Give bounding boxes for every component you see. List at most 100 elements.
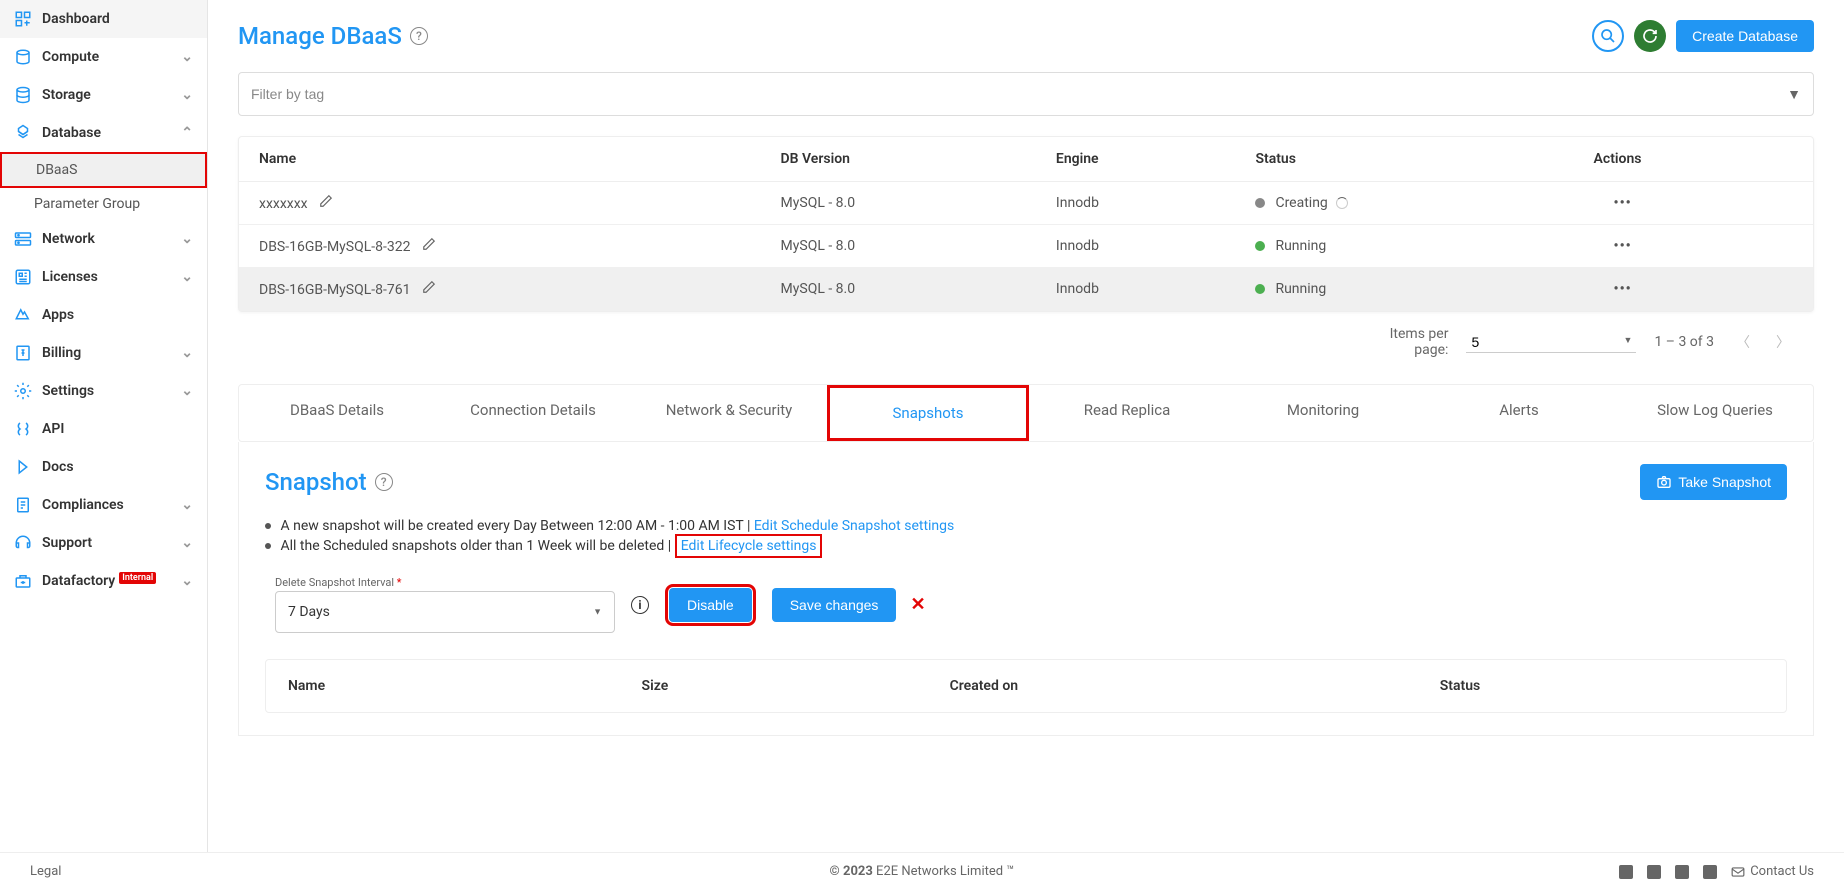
prev-page-button[interactable]: 〈 [1732,332,1754,352]
tabs: DBaaS DetailsConnection DetailsNetwork &… [238,384,1814,442]
nav-licenses[interactable]: Licenses ⌄ [0,258,207,296]
snap-col-created: Created on [928,660,1418,712]
db-name: DBS-16GB-MySQL-8-322 [259,239,411,255]
db-status: Creating [1275,195,1327,211]
nav-apps[interactable]: Apps [0,296,207,334]
chevron-down-icon: ⌄ [181,269,193,285]
table-row[interactable]: xxxxxxx MySQL - 8.0 Innodb Creating ••• [239,182,1813,225]
nav-label: API [42,421,193,437]
billing-icon [14,344,32,362]
pagination: Items per page: 5 1 – 3 of 3 〈 〉 [238,316,1814,368]
db-engine: Innodb [1036,182,1236,225]
edit-schedule-link[interactable]: Edit Schedule Snapshot settings [754,518,954,534]
linkedin-icon[interactable] [1619,865,1633,879]
internal-badge: Internal [119,572,156,584]
help-icon[interactable]: ? [410,27,428,45]
database-icon [14,124,32,142]
db-engine: Innodb [1036,268,1236,311]
interval-select[interactable]: 7 Days [275,591,615,633]
panel-title: Snapshot ? [265,468,393,496]
db-status: Running [1275,238,1326,254]
nav-label: Support [42,535,181,551]
db-name: xxxxxxx [259,196,308,212]
db-version: MySQL - 8.0 [761,225,1036,268]
dashboard-icon [14,10,32,28]
col-engine: Engine [1036,137,1236,182]
edit-lifecycle-link[interactable]: Edit Lifecycle settings [675,534,823,558]
more-actions-button[interactable]: ••• [1614,238,1632,254]
filter-bar[interactable]: ▼ [238,72,1814,116]
schedule-info: A new snapshot will be created every Day… [265,518,1787,534]
tab-monitoring[interactable]: Monitoring [1225,385,1421,441]
chevron-down-icon: ⌄ [181,345,193,361]
datafactory-icon [14,572,32,590]
filter-input[interactable] [251,86,1787,102]
take-snapshot-button[interactable]: Take Snapshot [1640,464,1787,500]
close-icon[interactable]: ✕ [910,594,925,615]
interval-label: Delete Snapshot Interval * [275,576,615,589]
tab-network-security[interactable]: Network & Security [631,385,827,441]
nav-billing[interactable]: Billing ⌄ [0,334,207,372]
nav-sub-label: Parameter Group [34,196,140,212]
tab-connection-details[interactable]: Connection Details [435,385,631,441]
table-row[interactable]: DBS-16GB-MySQL-8-761 MySQL - 8.0 Innodb … [239,268,1813,311]
nav-dashboard[interactable]: Dashboard [0,0,207,38]
nav-support[interactable]: Support ⌄ [0,524,207,562]
nav-storage[interactable]: Storage ⌄ [0,76,207,114]
rss-icon[interactable] [1703,865,1717,879]
help-icon[interactable]: ? [375,473,393,491]
nav-label: Settings [42,383,181,399]
tab-alerts[interactable]: Alerts [1421,385,1617,441]
docs-icon [14,458,32,476]
tab-slow-log-queries[interactable]: Slow Log Queries [1617,385,1813,441]
filter-dropdown-icon[interactable]: ▼ [1787,86,1801,103]
tab-dbaas-details[interactable]: DBaaS Details [239,385,435,441]
save-changes-button[interactable]: Save changes [772,588,897,622]
nav-api[interactable]: API [0,410,207,448]
col-name: Name [239,137,761,182]
nav-sub-dbaas[interactable]: DBaaS [0,152,207,188]
sidebar: Dashboard Compute ⌄ Storage ⌄ Database ⌃… [0,0,208,890]
items-per-page-label: Items per page: [1378,326,1448,358]
nav-docs[interactable]: Docs [0,448,207,486]
storage-icon [14,86,32,104]
nav-label: Compute [42,49,181,65]
edit-icon[interactable] [319,194,333,208]
legal-link[interactable]: Legal [30,864,61,879]
facebook-icon[interactable] [1647,865,1661,879]
nav-label: Dashboard [42,11,193,27]
status-dot [1255,241,1265,251]
next-page-button[interactable]: 〉 [1772,332,1794,352]
create-database-button[interactable]: Create Database [1676,20,1814,52]
nav-settings[interactable]: Settings ⌄ [0,372,207,410]
copyright: © 2023 E2E Networks Limited ™ [830,864,1015,879]
search-button[interactable] [1592,20,1624,52]
edit-icon[interactable] [422,280,436,294]
more-actions-button[interactable]: ••• [1614,281,1632,297]
twitter-icon[interactable] [1675,865,1689,879]
snap-col-name: Name [266,660,620,712]
db-version: MySQL - 8.0 [761,268,1036,311]
refresh-button[interactable] [1634,20,1666,52]
nav-database[interactable]: Database ⌃ [0,114,207,152]
tab-snapshots[interactable]: Snapshots [827,385,1029,441]
nav-network[interactable]: Network ⌄ [0,220,207,258]
more-actions-button[interactable]: ••• [1614,195,1632,211]
chevron-down-icon: ⌄ [181,497,193,513]
nav-compute[interactable]: Compute ⌄ [0,38,207,76]
contact-us-link[interactable]: Contact Us [1731,864,1814,879]
nav-compliances[interactable]: Compliances ⌄ [0,486,207,524]
info-icon[interactable]: i [631,596,649,614]
chevron-up-icon: ⌃ [181,125,193,141]
items-per-page-select[interactable]: 5 [1466,332,1636,353]
disable-button[interactable]: Disable [669,588,752,622]
nav-sub-parameter-group[interactable]: Parameter Group [0,188,207,220]
chevron-down-icon: ⌄ [181,535,193,551]
table-row[interactable]: DBS-16GB-MySQL-8-322 MySQL - 8.0 Innodb … [239,225,1813,268]
nav-datafactory[interactable]: DatafactoryInternal ⌄ [0,562,207,600]
page-title: Manage DBaaS ? [238,22,428,50]
snapshot-panel: Snapshot ? Take Snapshot A new snapshot … [238,442,1814,736]
chevron-down-icon: ⌄ [181,49,193,65]
tab-read-replica[interactable]: Read Replica [1029,385,1225,441]
edit-icon[interactable] [422,237,436,251]
